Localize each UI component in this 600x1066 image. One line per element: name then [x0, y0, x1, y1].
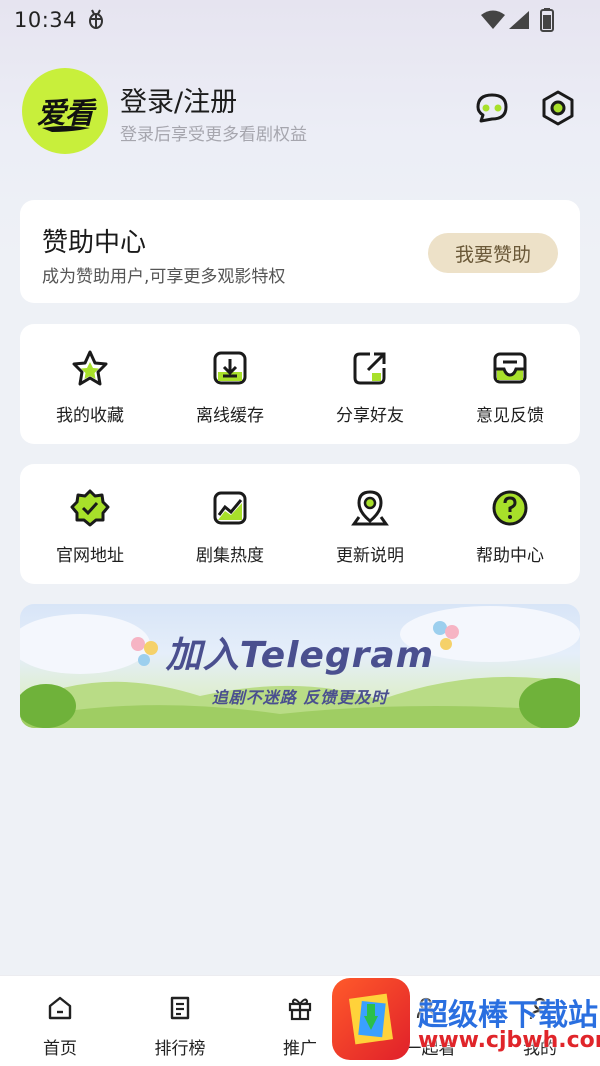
login-subtitle: 登录后享受更多看剧权益 [120, 125, 307, 145]
nav-home[interactable]: 首页 [10, 976, 110, 1066]
feature-grid-2: 官网地址 剧集热度 更新说明 帮助中心 [20, 464, 580, 584]
ranking-icon [170, 996, 190, 1020]
login-register-link[interactable]: 登录/注册 [120, 80, 237, 119]
settings-icon[interactable] [538, 88, 578, 128]
watermark-url: www.cjbwh.com [418, 1028, 600, 1053]
logo-swoosh [42, 126, 90, 132]
download-icon [213, 351, 247, 385]
watermark-logo [332, 978, 410, 1060]
home-icon [48, 996, 72, 1020]
status-time: 10:34 [14, 8, 78, 32]
sponsor-subtitle: 成为赞助用户,可享更多观影特权 [42, 267, 286, 287]
nav-ranking[interactable]: 排行榜 [130, 976, 230, 1066]
app-logo: 爱看 [22, 68, 108, 154]
star-icon [72, 350, 108, 386]
grid-item-update-notes[interactable]: 更新说明 [300, 464, 440, 584]
grid-item-drama-heat[interactable]: 剧集热度 [160, 464, 300, 584]
message-icon[interactable] [472, 88, 512, 128]
location-icon [351, 490, 389, 526]
grid-item-share[interactable]: 分享好友 [300, 324, 440, 444]
sponsor-title: 赞助中心 [42, 228, 147, 258]
bug-icon [89, 9, 103, 29]
banner-title: 加入Telegram [165, 635, 435, 676]
telegram-banner[interactable]: 加入Telegram 追剧不迷路 反馈更及时 [20, 604, 580, 728]
feature-grid-1: 我的收藏 离线缓存 分享好友 意见反馈 [20, 324, 580, 444]
watermark-download-icon [348, 993, 394, 1045]
sponsor-card: 赞助中心 成为赞助用户,可享更多观影特权 我要赞助 [20, 200, 580, 303]
status-bar: 10:34 [0, 0, 600, 40]
badge-check-icon [70, 489, 110, 527]
grid-item-feedback[interactable]: 意见反馈 [440, 324, 580, 444]
grid-item-favorites[interactable]: 我的收藏 [20, 324, 160, 444]
sponsor-button[interactable]: 我要赞助 [428, 233, 558, 273]
grid-item-offline-cache[interactable]: 离线缓存 [160, 324, 300, 444]
banner-subtitle: 追剧不迷路 反馈更及时 [211, 688, 389, 707]
grid-item-help-center[interactable]: 帮助中心 [440, 464, 580, 584]
help-icon [492, 490, 528, 526]
trend-icon [213, 491, 247, 525]
gift-icon [288, 998, 312, 1021]
battery-icon [540, 8, 554, 32]
wifi-icon [481, 10, 505, 29]
grid-item-official-site[interactable]: 官网地址 [20, 464, 160, 584]
inbox-icon [493, 352, 527, 384]
signal-icon [509, 11, 529, 29]
share-icon [353, 352, 386, 385]
